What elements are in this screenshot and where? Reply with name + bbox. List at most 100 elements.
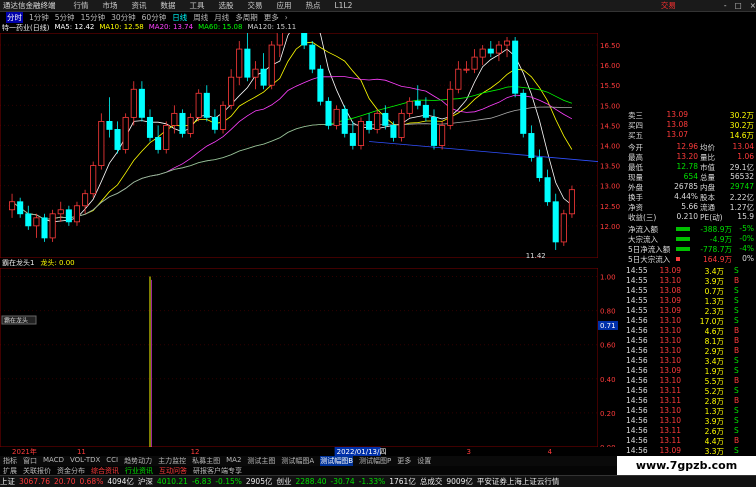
extension-tab[interactable]: 研报客户端专享 <box>193 466 242 475</box>
status-item: 2905亿 <box>245 477 273 486</box>
menu-bar: 通达信金融终端 行情 市场 资讯 数据 工具 选股 交易 应用 热点 L1L2 … <box>0 0 756 12</box>
menu-item-l1l2[interactable]: L1L2 <box>335 1 353 10</box>
indicator-tab[interactable]: 更多 <box>397 456 411 466</box>
tick-row: 14:56 13.10 1.3万 S <box>626 406 739 416</box>
stock-name: 特一药业(日线) <box>2 24 50 32</box>
indicator-tab[interactable]: 窗口 <box>23 456 37 466</box>
candle <box>560 209 567 246</box>
menu-item-tools[interactable]: 工具 <box>190 0 205 11</box>
extension-tab[interactable]: 资金分布 <box>57 466 85 475</box>
date-axis-label: 2022/01/13/四 <box>337 448 387 456</box>
period-tab-timeshare[interactable]: 分时 <box>6 12 23 23</box>
extension-tab[interactable]: 综合资讯 <box>91 466 119 475</box>
indicator-chart[interactable]: 霸在龙头 <box>0 268 598 447</box>
period-tab-1min[interactable]: 1分钟 <box>29 12 49 23</box>
extension-tab[interactable]: 扩展 <box>3 466 17 475</box>
candle <box>155 125 162 154</box>
extension-tab[interactable]: 行业资讯 <box>125 466 153 475</box>
menu-item-quotes[interactable]: 行情 <box>74 0 89 11</box>
candle <box>98 113 105 170</box>
period-tab-60min[interactable]: 60分钟 <box>142 12 167 23</box>
indicator-tab[interactable]: 测试幅图P <box>359 456 391 466</box>
candle-body <box>195 92 202 118</box>
indicator-value: 龙头: 0.00 <box>40 259 75 267</box>
menu-item-news[interactable]: 资讯 <box>132 0 147 11</box>
candle-body <box>138 88 145 118</box>
candle-body <box>98 120 105 166</box>
period-tab-30min[interactable]: 30分钟 <box>111 12 136 23</box>
menu-item-data[interactable]: 数据 <box>161 0 176 11</box>
trade-button[interactable]: 交易 <box>661 0 676 11</box>
candle-body <box>520 92 527 134</box>
period-tab-weekly[interactable]: 周线 <box>193 12 208 23</box>
candle-body <box>163 125 170 150</box>
indicator-tab[interactable]: 趋势动力 <box>124 456 152 466</box>
date-axis-bg <box>0 447 598 456</box>
candle <box>317 65 324 106</box>
menu-item-screener[interactable]: 选股 <box>219 0 234 11</box>
period-tab-monthly[interactable]: 月线 <box>214 12 229 23</box>
candle-body <box>325 100 332 126</box>
candle-body <box>244 48 251 78</box>
period-next-icon[interactable]: › <box>285 13 288 22</box>
indicator-tab[interactable]: 私募主图 <box>192 456 220 466</box>
candle-body <box>236 48 243 78</box>
period-tab-multi[interactable]: 多周期 <box>235 12 258 23</box>
indicator-tab[interactable]: 测试主图 <box>247 456 275 466</box>
period-tab-daily[interactable]: 日线 <box>172 12 187 23</box>
candle <box>252 61 259 90</box>
candle-body <box>228 76 235 106</box>
indicator-title: 霸在龙头1 <box>2 259 35 267</box>
indicator-tab[interactable]: 主力监控 <box>158 456 186 466</box>
indicator-tab[interactable]: CCI <box>106 456 118 466</box>
period-tab-15min[interactable]: 15分钟 <box>81 12 106 23</box>
candle-body <box>390 125 397 138</box>
fund-flow-row: 大宗流入 -4.9万 -0% <box>628 234 754 244</box>
indicator-tab[interactable]: VOL-TDX <box>70 456 100 466</box>
menu-item-apps[interactable]: 应用 <box>277 0 292 11</box>
candle <box>122 113 129 154</box>
indicator-tab[interactable]: 测试幅图A <box>281 456 314 466</box>
candle <box>447 81 454 130</box>
period-tab-5min[interactable]: 5分钟 <box>55 12 75 23</box>
close-icon[interactable]: × <box>750 1 756 10</box>
candle <box>163 121 170 154</box>
indicator-tab[interactable]: MACD <box>43 456 64 466</box>
candle <box>203 85 210 122</box>
indicator-tab[interactable]: 设置 <box>417 456 431 466</box>
candle <box>479 45 486 66</box>
candle-body <box>268 44 275 86</box>
quote-row: 净资 5.66 流通 1.27亿 <box>628 202 754 212</box>
candle <box>179 109 186 138</box>
candle-body <box>349 133 356 146</box>
indicator-tab[interactable]: 指标 <box>3 456 17 466</box>
quote-row: 今开 12.96 均价 13.04 <box>628 142 754 152</box>
candle-body <box>17 201 24 215</box>
candle <box>463 61 470 74</box>
candle-body <box>495 44 502 54</box>
candle-body <box>439 125 446 146</box>
candle <box>25 205 32 230</box>
menu-item-hot[interactable]: 热点 <box>306 0 321 11</box>
menu-item-trade[interactable]: 交易 <box>248 0 263 11</box>
status-item: 创业 <box>276 477 292 486</box>
period-bar: 分时 1分钟 5分钟 15分钟 30分钟 60分钟 日线 周线 月线 多周期 更… <box>0 12 600 23</box>
extension-tab[interactable]: 互动问答 <box>159 466 187 475</box>
minimize-icon[interactable]: - <box>724 1 727 10</box>
ma120-label: MA120: 15.11 <box>247 23 297 31</box>
candle <box>349 121 356 150</box>
period-tab-more[interactable]: 更多 <box>264 12 279 23</box>
candle <box>536 149 543 182</box>
indicator-tab[interactable]: MA2 <box>226 456 241 466</box>
candle-body <box>463 68 470 71</box>
menu-item-market[interactable]: 市场 <box>103 0 118 11</box>
maximize-icon[interactable]: □ <box>735 1 742 10</box>
indicator-tab[interactable]: 测试幅图B <box>320 456 354 466</box>
candlestick-chart[interactable]: 19.5811.42 <box>0 33 598 258</box>
fund-flow-row: 净流入额 -388.9万 -5% <box>628 224 754 234</box>
candle-body <box>382 112 389 126</box>
extension-tab[interactable]: 关联报价 <box>23 466 51 475</box>
candle-body <box>536 157 543 179</box>
candle <box>552 193 559 250</box>
candle-body <box>341 108 348 134</box>
